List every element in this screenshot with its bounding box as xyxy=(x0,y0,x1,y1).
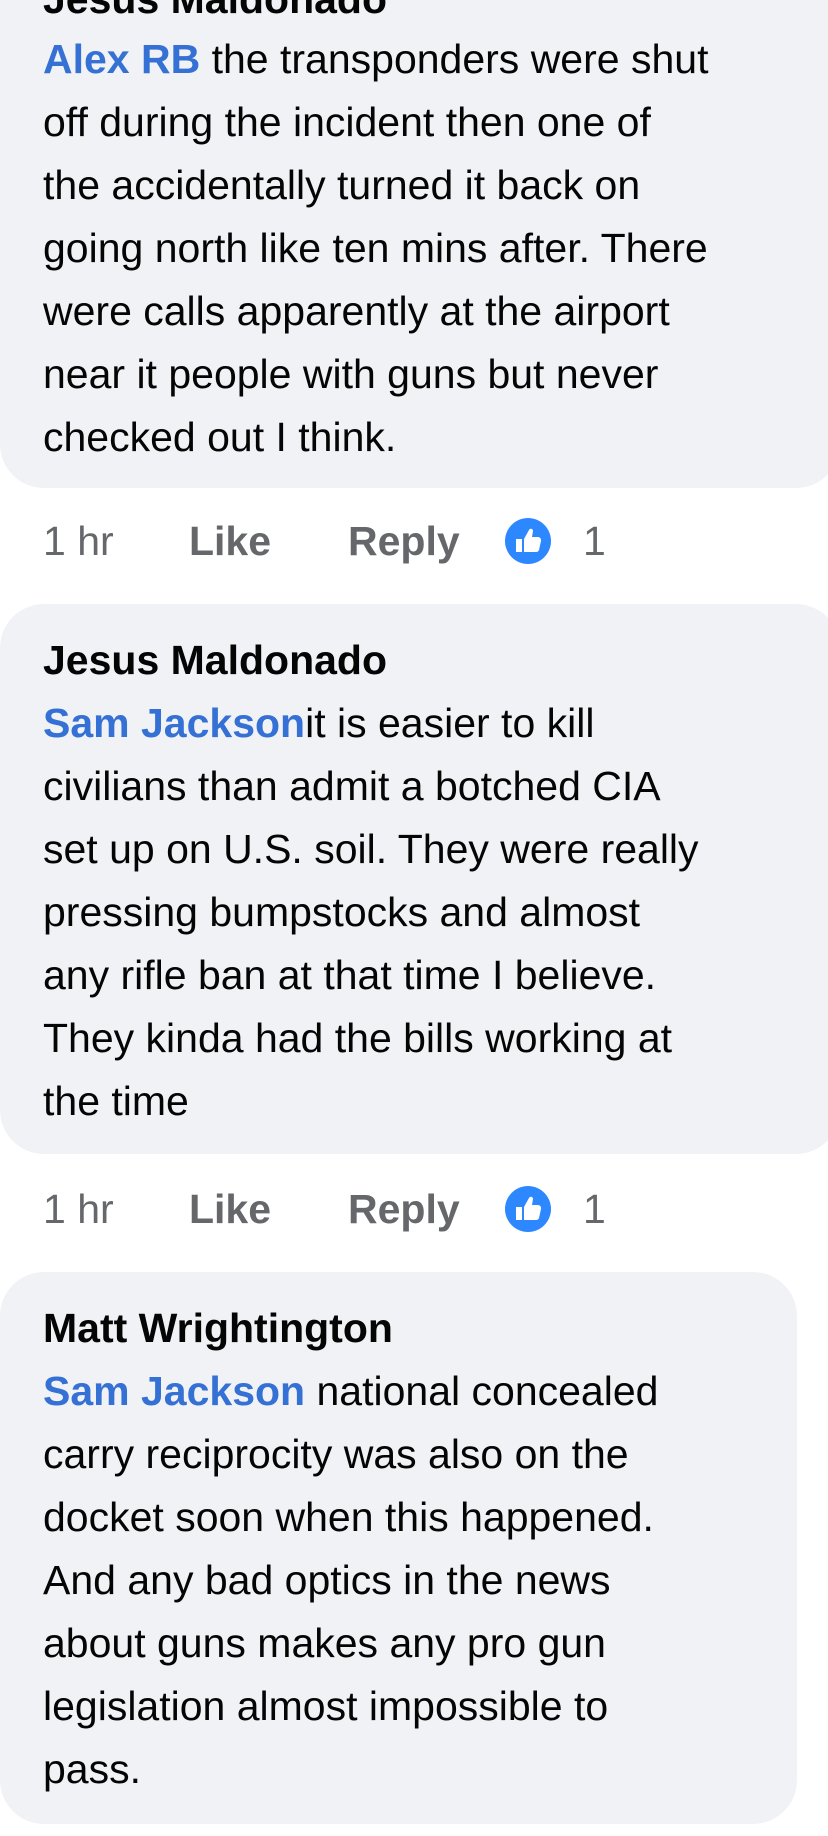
comment-bubble-3: Matt Wrightington Sam Jackson national c… xyxy=(0,1272,797,1824)
comment-line: And any bad optics in the news xyxy=(43,1557,611,1603)
comment-line: checked out I think. xyxy=(43,414,397,460)
like-button[interactable]: Like xyxy=(189,511,271,571)
like-button[interactable]: Like xyxy=(189,1179,271,1239)
comment-text: Alex RB the transponders were shut off d… xyxy=(43,28,708,469)
comment-line: Alex RB the transponders were shut xyxy=(43,36,709,82)
comment-line: docket soon when this happened. xyxy=(43,1494,654,1540)
comment-line: were calls apparently at the airport xyxy=(43,288,670,334)
comment-text: Sam Jacksonit is easier to kill civilian… xyxy=(43,692,699,1133)
mention-link[interactable]: Sam Jackson xyxy=(43,1368,305,1414)
comment-timestamp: 1 hr xyxy=(43,518,114,564)
comment-line: They kinda had the bills working at xyxy=(43,1015,673,1061)
comment-line: set up on U.S. soil. They were really xyxy=(43,826,699,872)
comment-actions-1: 1 hr Like Reply 1 xyxy=(43,511,643,571)
comment-line: pressing bumpstocks and almost xyxy=(43,889,641,935)
comment-line: about guns makes any pro gun xyxy=(43,1620,606,1666)
comment-author[interactable]: Matt Wrightington xyxy=(43,1297,393,1360)
comment-line: off during the incident then one of xyxy=(43,99,651,145)
comment-line: legislation almost impossible to xyxy=(43,1683,609,1729)
mention-link[interactable]: Sam Jackson xyxy=(43,700,305,746)
comment-line: the accidentally turned it back on xyxy=(43,162,641,208)
comment-line: near it people with guns but never xyxy=(43,351,659,397)
comment-bubble-1: Jesus Maldonado Alex RB the transponders… xyxy=(0,0,828,488)
thumbs-up-icon[interactable] xyxy=(505,518,551,564)
comment-actions-2: 1 hr Like Reply 1 xyxy=(43,1179,643,1239)
comment-line: any rifle ban at that time I believe. xyxy=(43,952,657,998)
comment-timestamp: 1 hr xyxy=(43,1186,114,1232)
reaction-count[interactable]: 1 xyxy=(583,1179,606,1239)
comment-line: Sam Jacksonit is easier to kill xyxy=(43,700,595,746)
comment-line: carry reciprocity was also on the xyxy=(43,1431,629,1477)
reply-button[interactable]: Reply xyxy=(348,511,460,571)
comment-line: the time xyxy=(43,1078,189,1124)
comment-line: civilians than admit a botched CIA xyxy=(43,763,661,809)
comment-line: pass. xyxy=(43,1746,141,1792)
reaction-count[interactable]: 1 xyxy=(583,511,606,571)
comment-line: Sam Jackson national concealed xyxy=(43,1368,659,1414)
thumbs-up-icon[interactable] xyxy=(505,1186,551,1232)
mention-link[interactable]: Alex RB xyxy=(43,36,200,82)
comment-text: Sam Jackson national concealed carry rec… xyxy=(43,1360,658,1801)
comment-bubble-2: Jesus Maldonado Sam Jacksonit is easier … xyxy=(0,604,828,1154)
comment-author[interactable]: Jesus Maldonado xyxy=(43,0,387,31)
reply-button[interactable]: Reply xyxy=(348,1179,460,1239)
comment-author[interactable]: Jesus Maldonado xyxy=(43,629,387,692)
comment-line: going north like ten mins after. There xyxy=(43,225,708,271)
